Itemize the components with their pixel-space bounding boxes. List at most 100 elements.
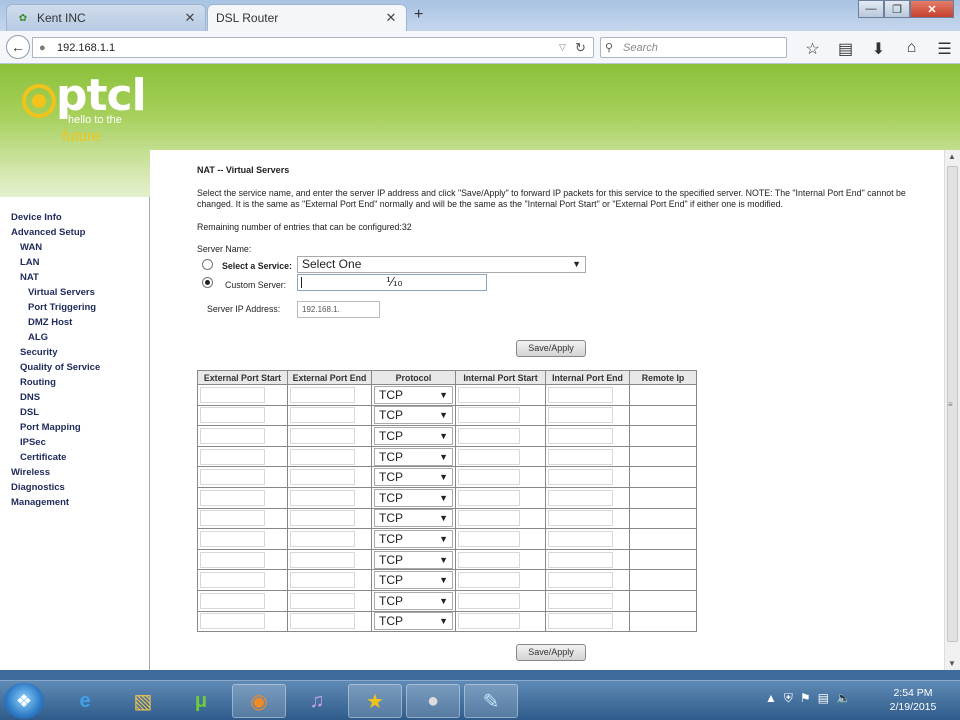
menu-icon[interactable]: ☰: [928, 39, 960, 59]
internet-explorer-icon[interactable]: e: [58, 684, 112, 718]
port-input[interactable]: [458, 551, 520, 568]
notes-app-icon[interactable]: ✎: [464, 684, 518, 718]
port-input[interactable]: [200, 489, 265, 506]
network-icon[interactable]: ▤: [818, 691, 829, 706]
close-window-button[interactable]: ✕: [910, 0, 954, 18]
sidebar-item-port-triggering[interactable]: Port Triggering: [0, 300, 149, 315]
port-input[interactable]: [200, 592, 265, 609]
port-input[interactable]: [458, 407, 520, 424]
home-icon[interactable]: ⌂: [895, 39, 928, 59]
port-input[interactable]: [290, 551, 355, 568]
port-input[interactable]: [200, 572, 265, 589]
port-input[interactable]: [290, 572, 355, 589]
sidebar-item-nat[interactable]: NAT: [0, 270, 149, 285]
port-input[interactable]: [458, 572, 520, 589]
protocol-select[interactable]: TCP ▼: [374, 529, 453, 548]
restore-button[interactable]: ❐: [884, 0, 910, 18]
media-app-icon[interactable]: ♫: [290, 684, 344, 718]
port-input[interactable]: [548, 448, 613, 465]
sidebar-item-dmz-host[interactable]: DMZ Host: [0, 315, 149, 330]
protocol-select[interactable]: TCP ▼: [374, 385, 453, 404]
port-input[interactable]: [458, 489, 520, 506]
taskbar-clock[interactable]: 2:54 PM 2/19/2015: [880, 686, 946, 714]
protocol-select[interactable]: TCP ▼: [374, 550, 453, 569]
sidebar-item-security[interactable]: Security: [0, 345, 149, 360]
service-select[interactable]: Select One ▼: [297, 256, 586, 273]
port-input[interactable]: [290, 530, 355, 547]
search-input[interactable]: ⚲ Search: [600, 37, 787, 58]
sidebar-item-lan[interactable]: LAN: [0, 255, 149, 270]
action-center-icon[interactable]: ⚑: [800, 691, 811, 706]
history-dropdown-icon[interactable]: ▽: [559, 42, 575, 53]
sidebar-item-routing[interactable]: Routing: [0, 375, 149, 390]
select-service-radio[interactable]: [202, 259, 213, 270]
file-explorer-icon[interactable]: ▧: [116, 684, 170, 718]
port-input[interactable]: [548, 427, 613, 444]
show-hidden-icons-icon[interactable]: ▲: [765, 691, 777, 706]
sidebar-item-certificate[interactable]: Certificate: [0, 450, 149, 465]
start-button[interactable]: ❖: [4, 683, 44, 719]
game-app-icon[interactable]: ★: [348, 684, 402, 718]
port-input[interactable]: [548, 510, 613, 527]
port-input[interactable]: [548, 572, 613, 589]
port-input[interactable]: [200, 613, 265, 630]
protocol-select[interactable]: TCP ▼: [374, 488, 453, 507]
port-input[interactable]: [548, 592, 613, 609]
sidebar-item-wireless[interactable]: Wireless: [0, 465, 149, 480]
port-input[interactable]: [200, 448, 265, 465]
protocol-select[interactable]: TCP ▼: [374, 468, 453, 487]
firefox-icon[interactable]: ◉: [232, 684, 286, 718]
port-input[interactable]: [458, 386, 520, 403]
back-button[interactable]: ←: [6, 35, 30, 59]
sidebar-item-virtual-servers[interactable]: Virtual Servers: [0, 285, 149, 300]
scroll-up-icon[interactable]: ▲: [948, 152, 956, 161]
protocol-select[interactable]: TCP ▼: [374, 612, 453, 631]
utorrent-icon[interactable]: μ: [174, 684, 228, 718]
media-player-icon[interactable]: ●: [406, 684, 460, 718]
port-input[interactable]: [290, 448, 355, 465]
port-input[interactable]: [290, 386, 355, 403]
save-apply-button-top[interactable]: Save/Apply: [516, 340, 586, 357]
port-input[interactable]: [458, 427, 520, 444]
port-input[interactable]: [548, 469, 613, 486]
save-apply-button-bottom[interactable]: Save/Apply: [516, 644, 586, 661]
port-input[interactable]: [290, 613, 355, 630]
tab-kent-inc[interactable]: ✿ Kent INC ✕: [6, 4, 206, 31]
sidebar-item-alg[interactable]: ALG: [0, 330, 149, 345]
reading-list-icon[interactable]: ▤: [829, 39, 862, 59]
port-input[interactable]: [548, 489, 613, 506]
sidebar-item-ipsec[interactable]: IPSec: [0, 435, 149, 450]
server-ip-input[interactable]: 192.168.1.: [297, 301, 380, 318]
port-input[interactable]: [458, 592, 520, 609]
port-input[interactable]: [200, 510, 265, 527]
port-input[interactable]: [548, 613, 613, 630]
download-icon[interactable]: ⬇: [862, 39, 895, 59]
new-tab-button[interactable]: +: [414, 6, 423, 24]
protocol-select[interactable]: TCP ▼: [374, 571, 453, 590]
protocol-select[interactable]: TCP ▼: [374, 406, 453, 425]
port-input[interactable]: [458, 510, 520, 527]
port-input[interactable]: [458, 448, 520, 465]
sidebar-item-advanced-setup[interactable]: Advanced Setup: [0, 225, 149, 240]
port-input[interactable]: [548, 386, 613, 403]
protocol-select[interactable]: TCP ▼: [374, 509, 453, 528]
port-input[interactable]: [290, 489, 355, 506]
port-input[interactable]: [290, 592, 355, 609]
sidebar-item-dns[interactable]: DNS: [0, 390, 149, 405]
port-input[interactable]: [200, 407, 265, 424]
port-input[interactable]: [290, 510, 355, 527]
port-input[interactable]: [290, 427, 355, 444]
close-tab-icon[interactable]: ✕: [183, 10, 197, 26]
minimize-button[interactable]: —: [858, 0, 884, 18]
port-input[interactable]: [200, 530, 265, 547]
port-input[interactable]: [458, 530, 520, 547]
port-input[interactable]: [200, 386, 265, 403]
port-input[interactable]: [548, 551, 613, 568]
protocol-select[interactable]: TCP ▼: [374, 591, 453, 610]
tab-dsl-router[interactable]: DSL Router ✕: [207, 4, 407, 31]
port-input[interactable]: [290, 407, 355, 424]
sidebar-item-port-mapping[interactable]: Port Mapping: [0, 420, 149, 435]
port-input[interactable]: [200, 551, 265, 568]
port-input[interactable]: [458, 613, 520, 630]
sidebar-item-management[interactable]: Management: [0, 495, 149, 510]
